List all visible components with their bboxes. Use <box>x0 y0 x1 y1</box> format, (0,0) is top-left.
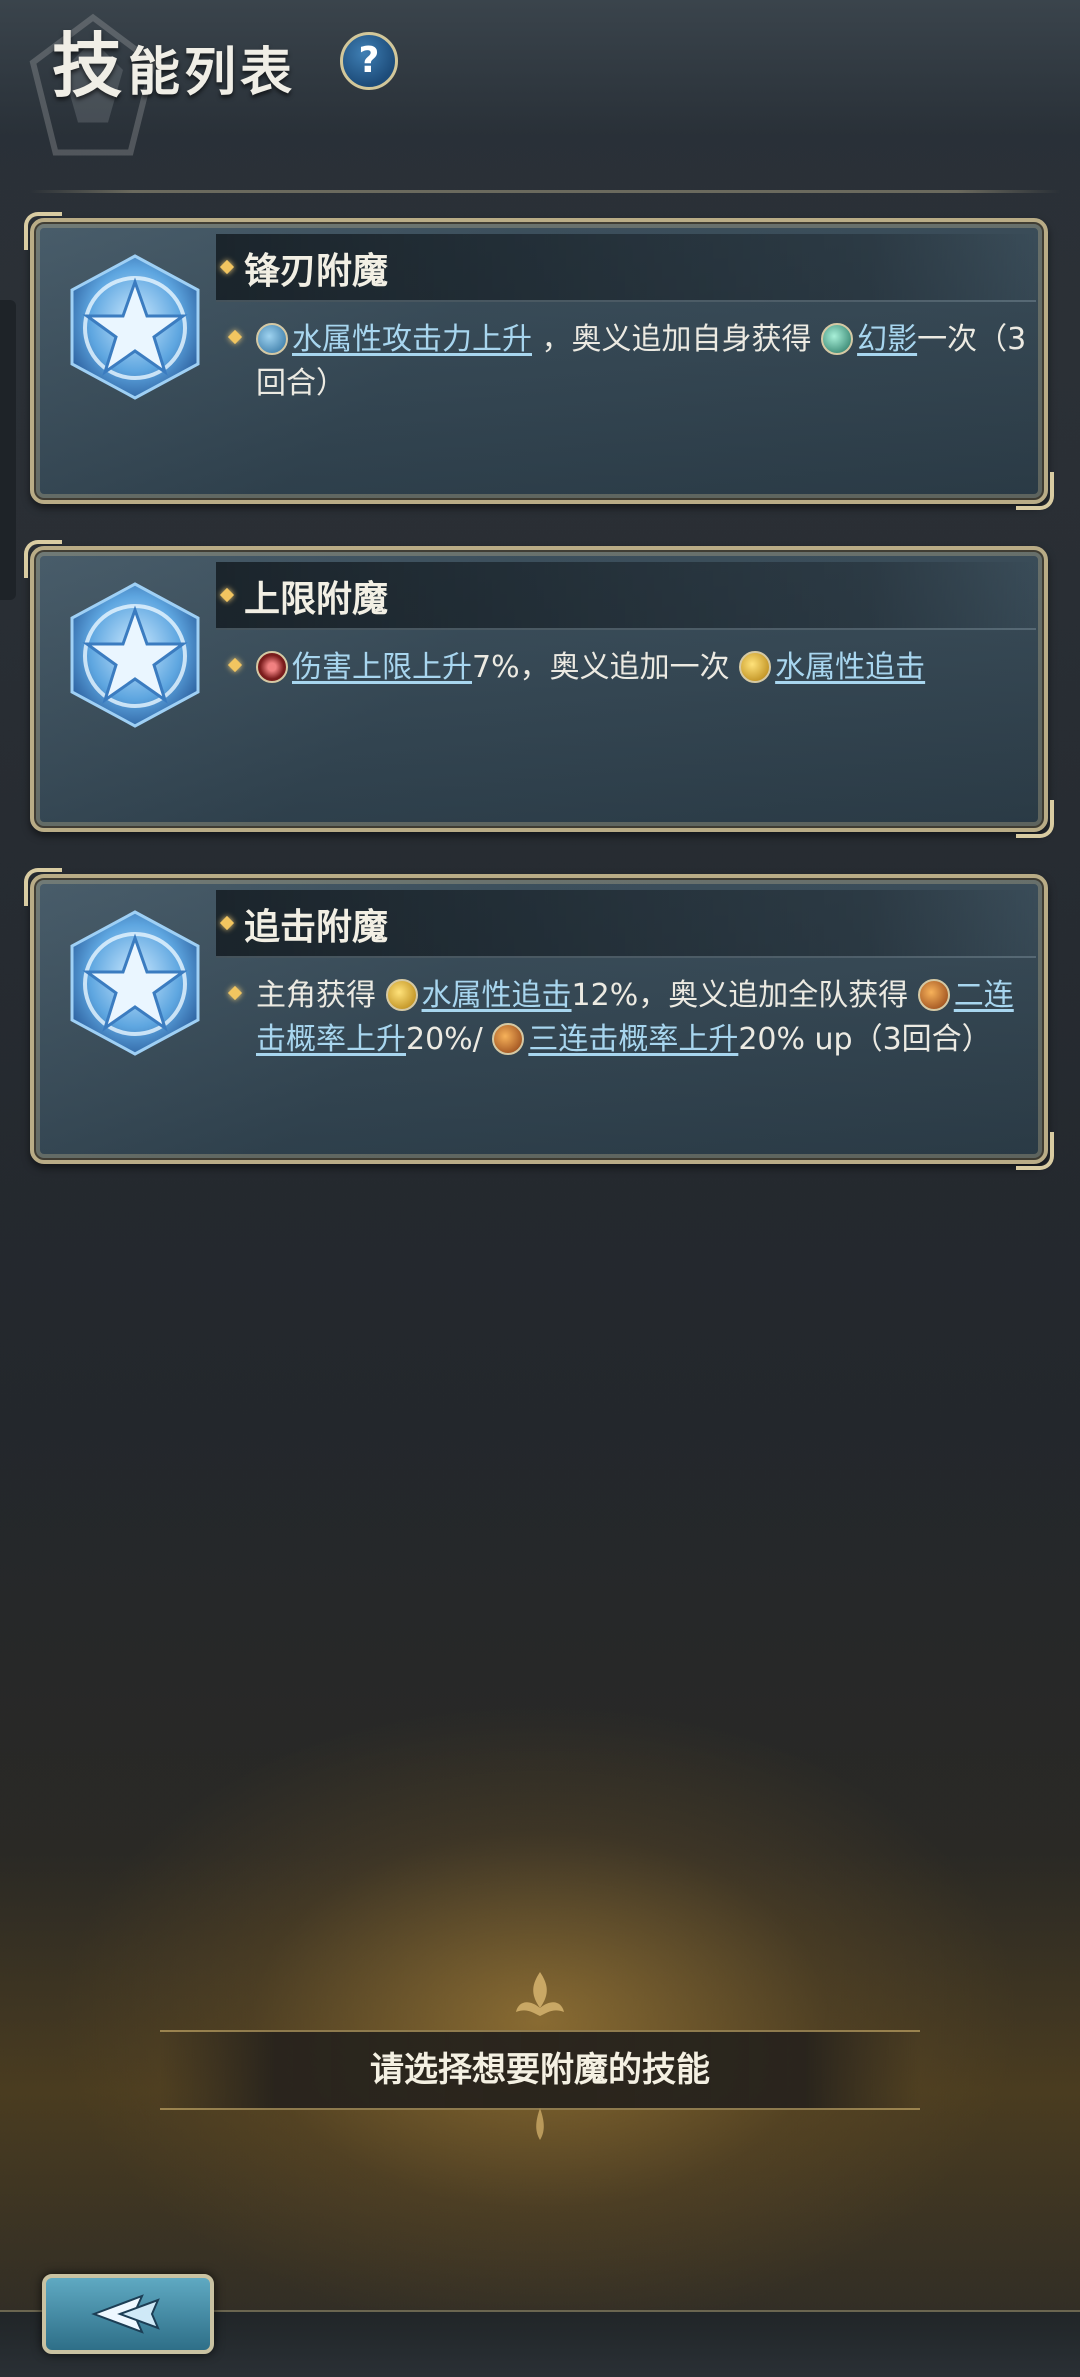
double-attack-up-icon <box>917 979 950 1011</box>
skill-card-chase[interactable]: 追击附魔 主角获得 水属性追击12%，奥义追加全队获得 二连击概率上升20%/ … <box>24 868 1054 1170</box>
prompt-text: 请选择想要附魔的技能 <box>370 2050 710 2090</box>
side-tab <box>0 300 16 600</box>
description-text: 主角获得 <box>256 978 386 1013</box>
diamond-bullet-icon <box>227 329 243 345</box>
back-button[interactable] <box>42 2274 214 2354</box>
triple-attack-up-icon <box>492 1023 525 1055</box>
diamond-bullet-icon <box>219 259 235 275</box>
skill-description: 主角获得 水属性追击12%，奥义追加全队获得 二连击概率上升20%/ 三连击概率… <box>256 974 1036 1062</box>
diamond-bullet-icon <box>219 587 235 603</box>
buff-keyword-link[interactable]: 伤害上限上升 <box>292 650 472 685</box>
skill-card-blade[interactable]: 锋刃附魔 水属性攻击力上升 ，奥义追加自身获得 幻影一次（3回合） <box>24 212 1054 510</box>
water-chase-icon <box>385 979 418 1011</box>
diamond-bullet-icon <box>219 915 235 931</box>
star-skill-icon <box>70 582 200 728</box>
fleur-ornament-icon <box>516 1972 564 2016</box>
skill-name: 上限附魔 <box>244 578 389 620</box>
description-text: 7%，奥义追加一次 <box>472 650 740 685</box>
description-text: 20% up（3回合） <box>738 1022 992 1057</box>
fleur-ornament-bottom-icon <box>536 2108 544 2140</box>
header-divider <box>30 190 1060 193</box>
buff-keyword-link[interactable]: 水属性攻击力上升 <box>292 322 532 357</box>
description-text: 12%，奥义追加全队获得 <box>571 978 918 1013</box>
star-skill-icon <box>70 910 200 1056</box>
damage-cap-up-icon <box>256 651 288 683</box>
page-title-first: 技 <box>52 24 124 107</box>
help-button[interactable]: ? <box>340 32 398 90</box>
skill-name: 锋刃附魔 <box>244 250 389 292</box>
buff-keyword-link[interactable]: 水属性追击 <box>775 650 925 685</box>
diamond-bullet-icon <box>227 657 243 673</box>
skill-card-header: 上限附魔 <box>216 562 1036 630</box>
description-text: 20%/ <box>406 1022 493 1057</box>
skill-description: 伤害上限上升7%，奥义追加一次 水属性追击 <box>256 646 1036 690</box>
diamond-bullet-icon <box>227 985 243 1001</box>
skill-description: 水属性攻击力上升 ，奥义追加自身获得 幻影一次（3回合） <box>256 318 1036 406</box>
page-title: 能列表 <box>128 42 297 103</box>
back-arrow-icon <box>91 2294 160 2334</box>
water-chase-icon <box>739 651 772 683</box>
buff-keyword-link[interactable]: 三连击概率上升 <box>528 1022 738 1057</box>
skill-card-cap[interactable]: 上限附魔 伤害上限上升7%，奥义追加一次 水属性追击 <box>24 540 1054 838</box>
skill-card-header: 锋刃附魔 <box>216 234 1036 302</box>
description-text: ，奥义追加自身获得 <box>532 322 822 357</box>
phantom-icon <box>821 323 854 355</box>
buff-keyword-link[interactable]: 幻影 <box>857 322 917 357</box>
skill-name: 追击附魔 <box>244 906 389 948</box>
water-attack-up-icon <box>256 323 288 355</box>
buff-keyword-link[interactable]: 水属性追击 <box>422 978 572 1013</box>
star-skill-icon <box>70 254 200 400</box>
prompt-banner: 请选择想要附魔的技能 <box>160 2030 920 2110</box>
skill-card-header: 追击附魔 <box>216 890 1036 958</box>
